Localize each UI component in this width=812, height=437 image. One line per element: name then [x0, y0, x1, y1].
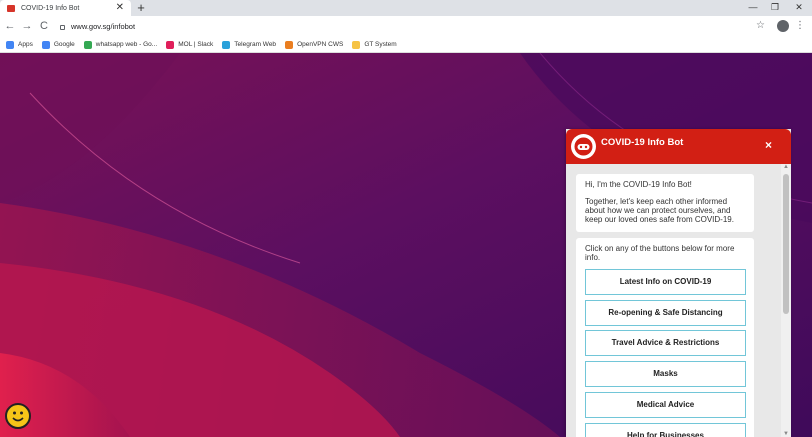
profile-avatar-icon[interactable] — [777, 20, 789, 32]
option-button-latest-info[interactable]: Latest Info on COVID-19 — [585, 269, 746, 295]
bookmark-item[interactable]: Telegram Web — [222, 40, 277, 49]
bookmark-item[interactable]: whatsapp web - Go... — [83, 40, 158, 49]
option-button-masks[interactable]: Masks — [585, 361, 746, 387]
chat-scrollbar[interactable]: ▲ ▼ — [781, 164, 791, 437]
bookmark-item[interactable]: GT System — [352, 40, 397, 49]
folder-icon — [352, 40, 361, 49]
bookmark-label: Telegram Web — [234, 41, 277, 48]
bookmark-label: whatsapp web - Go... — [95, 41, 158, 48]
bookmark-label: Google — [53, 41, 75, 48]
scroll-up-arrow-icon[interactable]: ▲ — [782, 164, 790, 170]
bookmark-item[interactable]: OpenVPN CWS — [285, 40, 344, 49]
robot-icon — [574, 137, 593, 156]
minimize-button[interactable]: — — [743, 0, 763, 14]
bookmark-label: Apps — [18, 41, 33, 48]
bot-avatar-icon — [571, 134, 596, 159]
browser-menu-icon[interactable]: ⋮ — [795, 19, 805, 33]
telegram-icon — [222, 40, 231, 49]
slack-icon — [166, 40, 175, 49]
bookmarks-bar: Apps Google whatsapp web - Go... MOL | Slac… — [0, 37, 812, 53]
reload-button[interactable]: C — [37, 19, 51, 33]
bookmark-item[interactable]: MOL | Slack — [166, 40, 214, 49]
scroll-thumb[interactable] — [783, 174, 789, 314]
chat-title: COVID-19 Info Bot — [601, 137, 684, 148]
url-text: www.gov.sg/infobot — [71, 22, 136, 31]
tab-title: COVID-19 Info Bot — [21, 4, 80, 12]
chat-body: Hi, I'm the COVID-19 Info Bot! Together,… — [566, 164, 791, 437]
option-button-reopening[interactable]: Re-opening & Safe Distancing — [585, 300, 746, 326]
window-close-button[interactable]: ✕ — [789, 0, 809, 14]
scroll-down-arrow-icon[interactable]: ▼ — [782, 431, 790, 437]
bookmark-star-icon[interactable]: ☆ — [756, 19, 765, 33]
message-bubble: Hi, I'm the COVID-19 Info Bot! Together,… — [576, 174, 754, 232]
tab-close-icon[interactable]: ✕ — [116, 2, 124, 14]
smiley-face-glyph — [12, 411, 24, 422]
lock-icon — [60, 25, 65, 30]
google-icon — [41, 40, 50, 49]
message-text: Click on any of the buttons below for mo… — [585, 244, 735, 262]
chat-widget: COVID-19 Info Bot × Hi, I'm the COVID-19… — [566, 129, 791, 437]
tab-strip: COVID-19 Info Bot ✕ + — ❐ ✕ — [0, 0, 812, 16]
openvpn-icon — [285, 40, 294, 49]
message-text: Together, let's keep each other informed… — [585, 197, 734, 224]
browser-tab[interactable]: COVID-19 Info Bot ✕ — [0, 0, 131, 16]
smiley-face-icon[interactable] — [5, 403, 31, 429]
bookmark-label: OpenVPN CWS — [297, 41, 344, 48]
chat-close-button[interactable]: × — [765, 139, 772, 151]
apps-grid-icon — [6, 40, 14, 49]
chat-header: COVID-19 Info Bot × — [566, 129, 791, 164]
bookmark-label: GT System — [364, 41, 397, 48]
forward-button[interactable]: → — [20, 19, 34, 33]
message-text: Hi, I'm the COVID-19 Info Bot! — [585, 180, 692, 189]
new-tab-button[interactable]: + — [134, 0, 148, 16]
bookmark-label: MOL | Slack — [178, 41, 214, 48]
address-bar[interactable]: www.gov.sg/infobot — [56, 18, 776, 35]
option-button-businesses[interactable]: Help for Businesses — [585, 423, 746, 437]
bookmark-item[interactable]: Apps — [6, 40, 33, 49]
option-button-travel[interactable]: Travel Advice & Restrictions — [585, 330, 746, 356]
option-button-medical[interactable]: Medical Advice — [585, 392, 746, 418]
bookmark-item[interactable]: Google — [41, 40, 75, 49]
google-icon — [83, 40, 92, 49]
gmail-favicon-icon — [7, 4, 15, 12]
back-button[interactable]: ← — [3, 19, 17, 33]
browser-toolbar: ← → C www.gov.sg/infobot ☆ ⋮ — [0, 16, 812, 37]
maximize-button[interactable]: ❐ — [765, 0, 785, 14]
